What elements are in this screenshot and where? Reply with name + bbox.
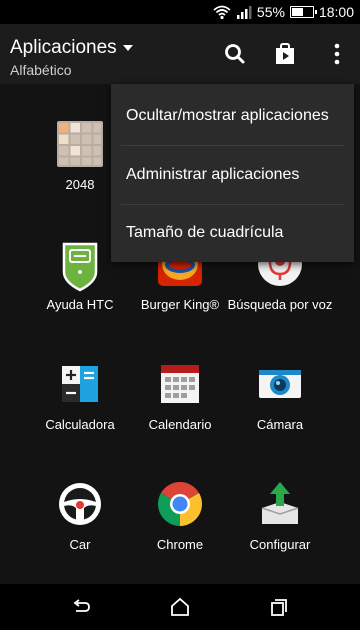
app-chrome[interactable]: Chrome (125, 474, 235, 553)
menu-item-label: Tamaño de cuadrícula (126, 223, 284, 241)
action-bar: Aplicaciones Alfabético (0, 24, 360, 84)
back-icon[interactable] (68, 594, 94, 620)
battery-percent: 55% (256, 4, 285, 20)
overflow-menu-icon[interactable] (324, 41, 350, 67)
caret-down-icon (122, 45, 133, 51)
page-title: Aplicaciones (10, 37, 117, 58)
setup-box-icon (250, 474, 310, 534)
calculator-icon (50, 354, 110, 414)
steering-wheel-icon (50, 474, 110, 534)
app-configurar[interactable]: Configurar (225, 474, 335, 553)
app-label: Ayuda HTC (46, 297, 114, 312)
menu-item-label: Ocultar/mostrar aplicaciones (126, 106, 329, 124)
app-label: Configurar (249, 537, 311, 552)
signal-strength-icon (236, 6, 252, 19)
app-label: Chrome (156, 537, 204, 552)
search-icon[interactable] (222, 41, 248, 67)
wifi-icon (213, 5, 231, 20)
home-icon[interactable] (167, 594, 193, 620)
status-bar: 55% 18:00 (0, 0, 360, 24)
store-bag-icon[interactable] (272, 41, 298, 67)
game-2048-icon (50, 114, 110, 174)
menu-item-label: Administrar aplicaciones (126, 165, 300, 183)
app-label: Cámara (256, 417, 304, 432)
battery-icon (289, 6, 317, 18)
menu-item-grid-size[interactable]: Tamaño de cuadrícula (111, 203, 354, 262)
app-label: Búsqueda por voz (227, 297, 333, 312)
clock: 18:00 (318, 4, 354, 20)
battery-level-fill (291, 8, 303, 16)
camera-icon (250, 354, 310, 414)
app-car[interactable]: Car (25, 474, 135, 553)
sort-order-label: Alfabético (10, 62, 72, 78)
app-list-title-dropdown[interactable]: Aplicaciones (10, 37, 133, 59)
app-calendario[interactable]: Calendario (125, 354, 235, 433)
app-label: Calendario (148, 417, 212, 432)
app-camara[interactable]: Cámara (225, 354, 335, 433)
app-label: Car (69, 537, 91, 552)
htc-help-icon (50, 234, 110, 294)
menu-item-hide-show-apps[interactable]: Ocultar/mostrar aplicaciones (111, 86, 354, 145)
overflow-menu: Ocultar/mostrar aplicaciones Administrar… (111, 84, 354, 262)
app-label: Burger King® (140, 297, 220, 312)
app-label: Calculadora (45, 417, 115, 432)
calendar-icon (150, 354, 210, 414)
chrome-icon (150, 474, 210, 534)
navigation-bar (0, 584, 360, 630)
menu-item-manage-apps[interactable]: Administrar aplicaciones (111, 145, 354, 204)
status-indicators: 55% 18:00 (213, 3, 354, 21)
app-calculadora[interactable]: Calculadora (25, 354, 135, 433)
app-drawer-screen: 55% 18:00 Aplicaciones Alfabético 2048 A… (0, 0, 360, 630)
recents-icon[interactable] (266, 594, 292, 620)
